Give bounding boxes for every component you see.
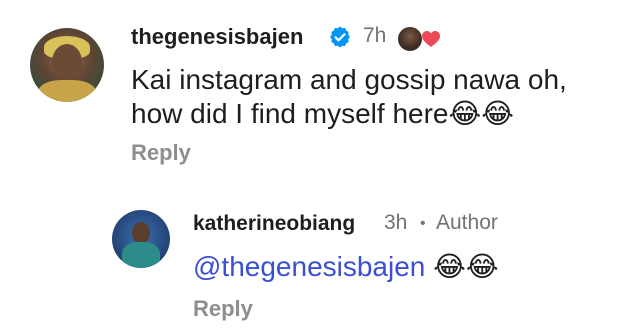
laughing-emoji-icon: 😂😂 <box>433 250 499 283</box>
comment-username[interactable]: thegenesisbajen <box>131 24 303 50</box>
reply-username[interactable]: katherineobiang <box>193 212 355 236</box>
reply-text: @thegenesisbajen 😂😂 <box>193 250 499 284</box>
creator-liked-avatar <box>398 27 422 51</box>
verified-icon <box>330 26 350 48</box>
author-label: Author <box>436 211 498 234</box>
heart-icon <box>422 31 440 47</box>
laughing-emoji-icon: 😂😂 <box>448 97 514 130</box>
avatar-dress <box>38 80 96 102</box>
reply-time: 3h <box>384 211 408 234</box>
comment-text-line2: how did I find myself here😂😂 <box>131 97 514 131</box>
comment-text-body: how did I find myself here <box>131 98 449 129</box>
avatar-thegenesisbajen[interactable] <box>30 28 104 102</box>
avatar-katherineobiang[interactable] <box>112 210 170 268</box>
comment-reply-button[interactable]: Reply <box>131 140 191 166</box>
avatar-face <box>132 222 150 244</box>
reply-reply-button[interactable]: Reply <box>193 296 253 322</box>
mention-link[interactable]: @thegenesisbajen <box>193 251 425 282</box>
comment-time: 7h <box>363 24 387 47</box>
meta-separator: • <box>420 215 426 232</box>
avatar-face <box>52 44 82 80</box>
avatar-dress <box>122 242 160 268</box>
comment-text-line1: Kai instagram and gossip nawa oh, <box>131 64 567 95</box>
